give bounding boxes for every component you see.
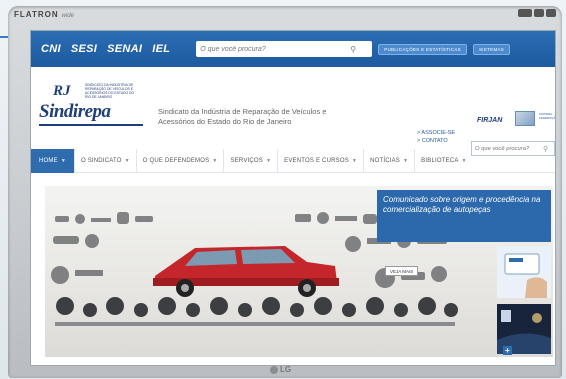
systems-button[interactable]: SISTEMAS [472,43,511,55]
hero-caption: Comunicado sobre origem e procedência na… [377,190,551,242]
system-topbar: CNI SESI SENAI IEL ⚲ PUBLICAÇÕES E ESTAT… [31,31,555,67]
system-link-cni[interactable]: CNI [41,43,61,55]
system-link-sesi[interactable]: SESI [71,43,97,55]
nav-item-biblioteca[interactable]: BIBLIOTECA ▼ [415,149,473,173]
monitor-bezel: FLATRON wide LG CNI SESI SENAI IEL O que… [8,6,562,378]
site-header: RJ SINDICATO DA INDÚSTRIA DE REPARAÇÃO D… [31,67,555,156]
nav-item-servicos[interactable]: SERVIÇOS ▼ [224,148,279,173]
nav-item-o-que-defendemos[interactable]: O QUE DEFENDEMOS ▼ [137,148,225,173]
chevron-down-icon: ▼ [124,157,130,164]
contact-link[interactable]: > CONTATO [417,137,455,145]
search-icon[interactable]: ⚲ [350,45,356,54]
nav-item-home[interactable]: HOME ▼ [31,148,75,173]
monitor-maker-logo: LG [270,365,291,374]
top-search-box: ⚲ [196,41,373,57]
organization-name: Sindicato da Indústria de Reparação de V… [158,107,327,126]
hero-banner[interactable]: Comunicado sobre origem e procedência na… [45,186,553,357]
hw-button [546,9,556,17]
card-image-thumb[interactable] [497,246,551,298]
chevron-down-icon: ▼ [212,157,218,164]
screen: CNI SESI SENAI IEL ⚲ PUBLICAÇÕES E ESTAT… [30,30,556,366]
join-link[interactable]: > ASSOCIE-SE [417,129,455,137]
nav-label: O SINDICATO [80,157,122,164]
system-links: CNI SESI SENAI IEL [41,43,170,55]
system-link-senai[interactable]: SENAI [107,43,142,55]
logo-name-text: Sindirepa [39,101,111,122]
nav-label: NOTÍCIAS [370,157,401,164]
partner-logo-icon[interactable] [515,111,535,126]
card-hand-image [504,253,547,298]
chevron-down-icon: ▼ [60,157,66,164]
nav-label: EVENTOS E CURSOS [284,157,349,164]
photo-scene: FLATRON wide LG CNI SESI SENAI IEL O que… [0,0,566,379]
see-more-button[interactable]: VEJA MAIS [385,266,419,276]
chevron-down-icon: ▼ [461,157,467,164]
hw-button [518,9,532,17]
monitor-brand-sub: wide [61,13,74,19]
monitor-maker-text: LG [280,365,292,374]
lg-logo-icon [270,365,278,374]
nav-item-eventos-e-cursos[interactable]: EVENTOS E CURSOS ▼ [278,148,365,173]
header-links: > ASSOCIE-SE > CONTATO [417,129,455,145]
main-nav: HOME ▼ O SINDICATO ▼ O QUE DEFENDEMOS ▼ SER… [31,148,555,173]
top-search-input[interactable] [200,45,351,53]
logo-underline [39,124,143,126]
nav-label: BIBLIOTECA [421,157,459,164]
monitor-brand-text: FLATRON [14,10,59,19]
system-federation-logo[interactable]: SISTEMA FEDERAÇÃO [539,112,555,120]
nav-label: HOME [39,157,58,164]
logo-rj-text: RJ [53,83,71,99]
expand-plus-icon[interactable]: + [503,346,512,355]
hw-button [534,9,544,17]
nav-item-noticias[interactable]: NOTÍCIAS ▼ [364,148,416,173]
monitor-brand: FLATRON wide [14,10,74,19]
nav-label: O QUE DEFENDEMOS [142,157,210,164]
nav-label: SERVIÇOS [230,157,263,164]
chevron-down-icon: ▼ [265,157,272,164]
monitor-hardware-buttons [518,9,556,17]
publications-button[interactable]: PUBLICAÇÕES E ESTATÍSTICAS [378,43,467,55]
sindirepa-logo[interactable]: RJ SINDICATO DA INDÚSTRIA DE REPARAÇÃO D… [39,81,143,131]
logo-small-text: SINDICATO DA INDÚSTRIA DE REPARAÇÃO DE V… [85,83,135,99]
system-link-iel[interactable]: IEL [152,43,170,55]
nav-item-o-sindicato[interactable]: O SINDICATO ▼ [75,148,137,173]
chevron-down-icon: ▼ [351,157,358,164]
firjan-logo[interactable]: FIRJAN [477,117,502,124]
chevron-down-icon: ▼ [403,157,409,164]
